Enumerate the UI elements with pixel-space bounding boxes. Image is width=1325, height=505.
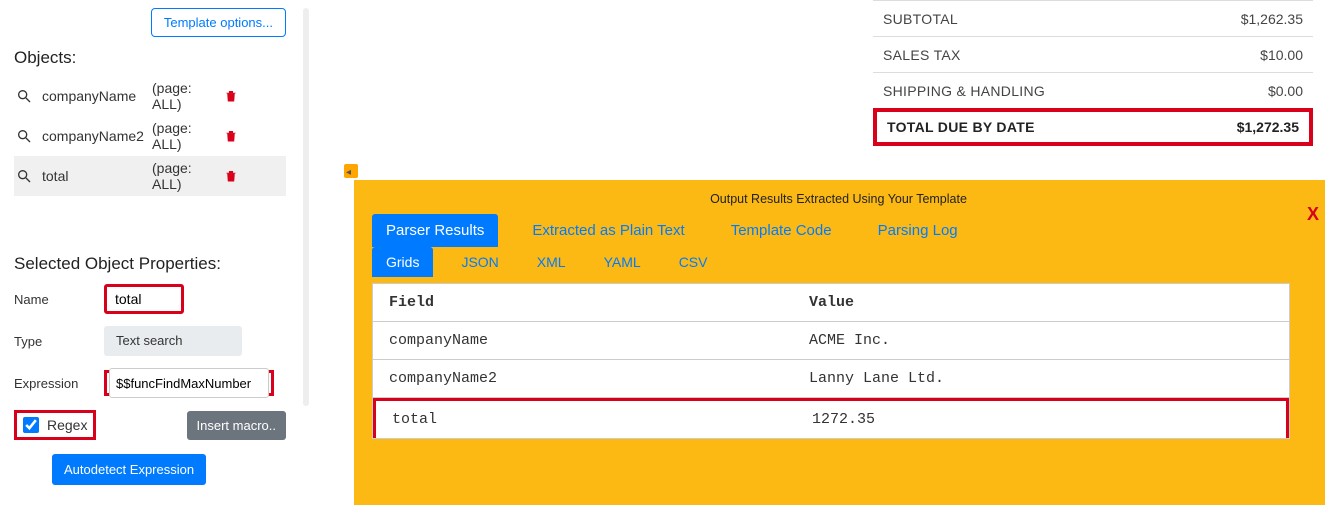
results-field: total (376, 401, 796, 438)
vertical-divider (303, 8, 309, 406)
results-field: companyName2 (373, 360, 793, 397)
invoice-row: SUBTOTAL $1,262.35 (873, 0, 1313, 36)
invoice-label: SHIPPING & HANDLING (883, 83, 1045, 99)
tab-extracted-plain-text[interactable]: Extracted as Plain Text (520, 215, 696, 246)
objects-list: companyName (page: ALL) companyName2 (pa… (14, 76, 286, 196)
subtab-yaml[interactable]: YAML (594, 247, 651, 277)
results-value: ACME Inc. (793, 322, 1289, 359)
invoice-label: TOTAL DUE BY DATE (887, 119, 1035, 135)
results-value: 1272.35 (796, 401, 1286, 438)
subtab-grids[interactable]: Grids (372, 247, 433, 277)
results-header: Field Value (373, 284, 1289, 322)
left-panel: Template options... Objects: companyName… (0, 0, 300, 505)
results-header-value: Value (793, 284, 1289, 321)
tab-template-code[interactable]: Template Code (719, 215, 844, 246)
invoice-total-row: TOTAL DUE BY DATE $1,272.35 (873, 108, 1313, 146)
subtab-xml[interactable]: XML (527, 247, 576, 277)
regex-label: Regex (47, 417, 87, 433)
insert-macro-button[interactable]: Insert macro.. (187, 411, 286, 440)
results-value: Lanny Lane Ltd. (793, 360, 1289, 397)
invoice-summary-table: SUBTOTAL $1,262.35 SALES TAX $10.00 SHIP… (873, 0, 1313, 146)
output-panel: Output Results Extracted Using Your Temp… (354, 180, 1325, 505)
prop-name-row: Name (14, 284, 286, 314)
object-row[interactable]: total (page: ALL) (14, 156, 286, 196)
trash-icon[interactable] (224, 89, 238, 103)
results-table: Field Value companyName ACME Inc. compan… (372, 283, 1290, 439)
output-title: Output Results Extracted Using Your Temp… (372, 192, 1305, 206)
object-name: total (42, 168, 152, 184)
invoice-value: $10.00 (1260, 47, 1303, 63)
close-icon[interactable]: X (1307, 204, 1319, 225)
right-panel: SUBTOTAL $1,262.35 SALES TAX $10.00 SHIP… (336, 0, 1325, 505)
object-name: companyName2 (42, 128, 152, 144)
objects-title: Objects: (14, 48, 286, 68)
template-options-button[interactable]: Template options... (151, 8, 286, 37)
search-icon (16, 88, 32, 104)
trash-icon[interactable] (224, 169, 238, 183)
tab-parsing-log[interactable]: Parsing Log (866, 215, 970, 246)
results-row-total: total 1272.35 (373, 398, 1289, 438)
results-row: companyName ACME Inc. (373, 322, 1289, 360)
invoice-label: SUBTOTAL (883, 11, 958, 27)
regex-row: Regex Insert macro.. (14, 410, 286, 440)
trash-icon[interactable] (224, 129, 238, 143)
results-row: companyName2 Lanny Lane Ltd. (373, 360, 1289, 398)
invoice-row: SHIPPING & HANDLING $0.00 (873, 72, 1313, 108)
prop-expression-row: Expression (14, 368, 286, 398)
object-name: companyName (42, 88, 152, 104)
results-field: companyName (373, 322, 793, 359)
prop-type-row: Type Text search (14, 326, 286, 356)
tab-parser-results[interactable]: Parser Results (372, 214, 498, 247)
invoice-label: SALES TAX (883, 47, 961, 63)
collapse-panel-button[interactable] (344, 164, 358, 178)
search-icon (16, 168, 32, 184)
name-label: Name (14, 292, 104, 307)
expression-input[interactable] (109, 368, 269, 398)
results-header-field: Field (373, 284, 793, 321)
subtab-json[interactable]: JSON (451, 247, 508, 277)
type-label: Type (14, 334, 104, 349)
invoice-value: $0.00 (1268, 83, 1303, 99)
subtabs-row: Grids JSON XML YAML CSV (372, 247, 1305, 277)
object-page: (page: ALL) (152, 160, 224, 192)
subtab-csv[interactable]: CSV (669, 247, 718, 277)
object-row[interactable]: companyName (page: ALL) (14, 76, 286, 116)
object-page: (page: ALL) (152, 80, 224, 112)
search-icon (16, 128, 32, 144)
tabs-row: Parser Results Extracted as Plain Text T… (372, 214, 1305, 247)
invoice-value: $1,262.35 (1241, 11, 1303, 27)
autodetect-expression-button[interactable]: Autodetect Expression (52, 454, 206, 485)
invoice-value: $1,272.35 (1237, 119, 1299, 135)
expression-label: Expression (14, 376, 104, 391)
invoice-row: SALES TAX $10.00 (873, 36, 1313, 72)
object-page: (page: ALL) (152, 120, 224, 152)
object-row[interactable]: companyName2 (page: ALL) (14, 116, 286, 156)
regex-checkbox[interactable] (23, 417, 39, 433)
name-input[interactable] (104, 284, 184, 314)
regex-highlight-box: Regex (14, 410, 96, 440)
type-button[interactable]: Text search (104, 326, 242, 356)
selected-object-properties-title: Selected Object Properties: (14, 254, 286, 274)
